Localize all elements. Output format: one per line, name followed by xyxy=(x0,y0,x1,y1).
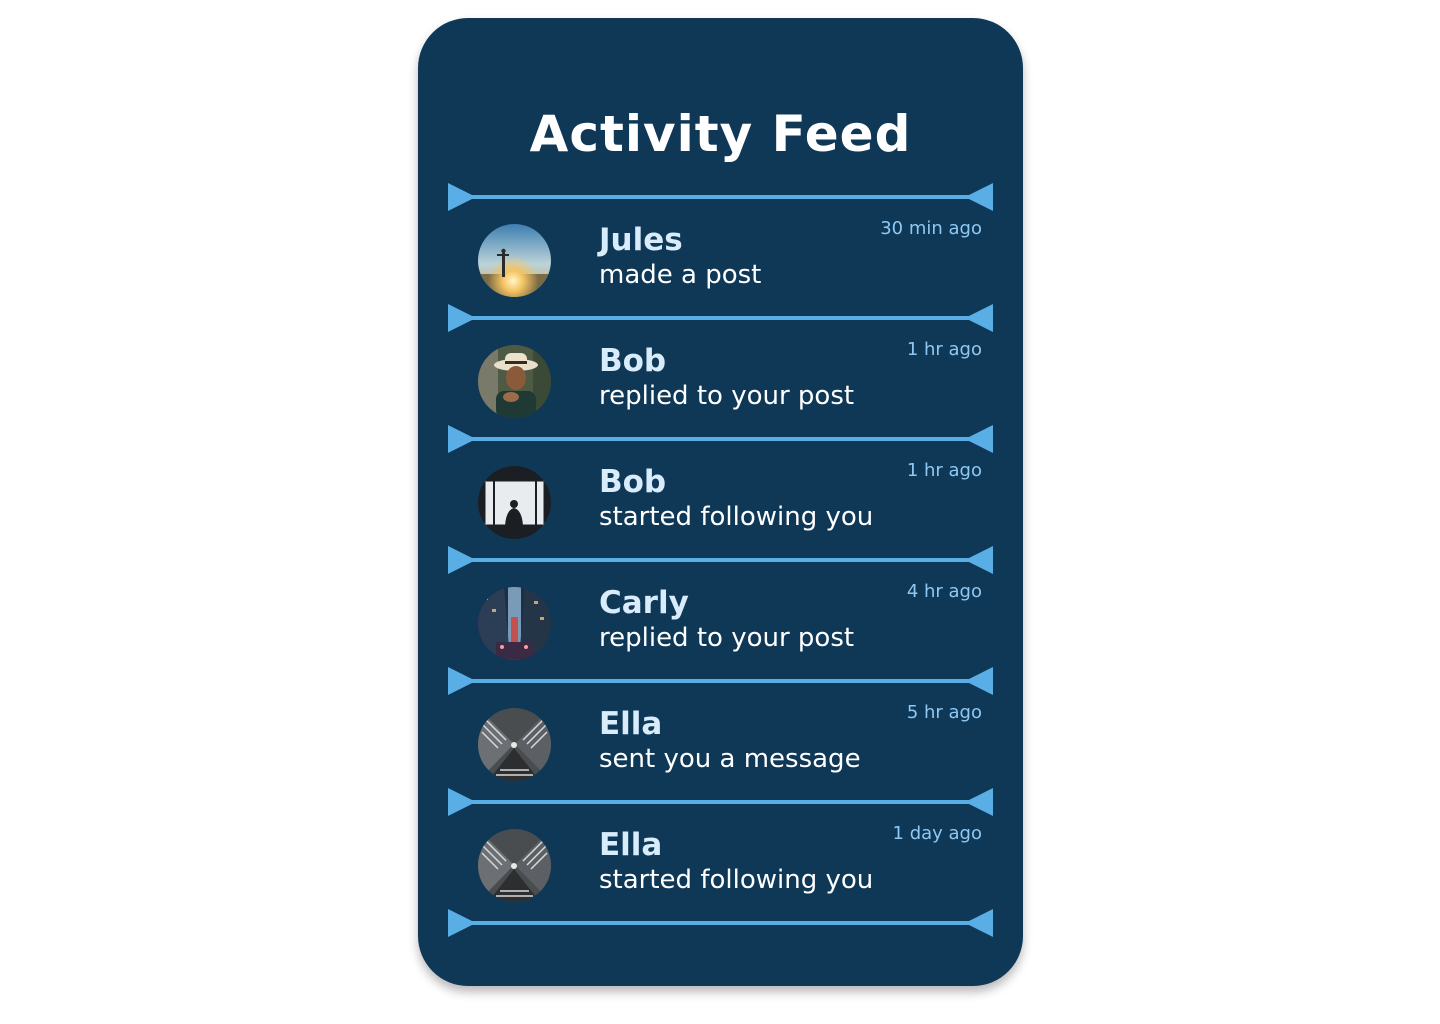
timestamp: 5 hr ago xyxy=(906,702,982,723)
activity-text: replied to your post xyxy=(599,381,855,411)
person-sunset-photo-icon xyxy=(478,224,551,297)
divider xyxy=(448,545,993,575)
activity-text: started following you xyxy=(599,502,874,532)
activity-feed-card: Activity Feed Jules made a post 30 min a… xyxy=(418,18,1023,986)
avatar[interactable] xyxy=(478,466,551,539)
feed-item[interactable]: Carly replied to your post 4 hr ago xyxy=(448,578,993,669)
page-title: Activity Feed xyxy=(529,105,912,163)
timestamp: 1 hr ago xyxy=(906,339,982,360)
avatar[interactable] xyxy=(478,345,551,418)
escalator-photo-icon xyxy=(478,708,551,781)
user-name[interactable]: Ella xyxy=(599,827,662,863)
activity-text: sent you a message xyxy=(599,744,861,774)
feed-item[interactable]: Ella started following you 1 day ago xyxy=(448,820,993,911)
activity-text: made a post xyxy=(599,260,762,290)
user-name[interactable]: Ella xyxy=(599,706,662,742)
divider xyxy=(448,182,993,212)
feed-item[interactable]: Jules made a post 30 min ago xyxy=(448,215,993,306)
user-name[interactable]: Carly xyxy=(599,585,689,621)
divider xyxy=(448,424,993,454)
user-name[interactable]: Bob xyxy=(599,464,666,500)
divider xyxy=(448,787,993,817)
escalator-photo-icon xyxy=(478,829,551,902)
user-name[interactable]: Bob xyxy=(599,343,666,379)
user-name[interactable]: Jules xyxy=(599,222,683,258)
avatar[interactable] xyxy=(478,708,551,781)
activity-text: replied to your post xyxy=(599,623,855,653)
divider xyxy=(448,666,993,696)
avatar[interactable] xyxy=(478,829,551,902)
timestamp: 30 min ago xyxy=(880,218,982,239)
man-with-hat-photo-icon xyxy=(478,345,551,418)
avatar[interactable] xyxy=(478,587,551,660)
timestamp: 1 day ago xyxy=(892,823,982,844)
avatar[interactable] xyxy=(478,224,551,297)
divider xyxy=(448,908,993,938)
feed-item[interactable]: Bob started following you 1 hr ago xyxy=(448,457,993,548)
feed-item[interactable]: Bob replied to your post 1 hr ago xyxy=(448,336,993,427)
city-street-photo-icon xyxy=(478,587,551,660)
feed-item[interactable]: Ella sent you a message 5 hr ago xyxy=(448,699,993,790)
silhouette-window-photo-icon xyxy=(478,466,551,539)
activity-text: started following you xyxy=(599,865,874,895)
timestamp: 1 hr ago xyxy=(906,460,982,481)
divider xyxy=(448,303,993,333)
timestamp: 4 hr ago xyxy=(906,581,982,602)
